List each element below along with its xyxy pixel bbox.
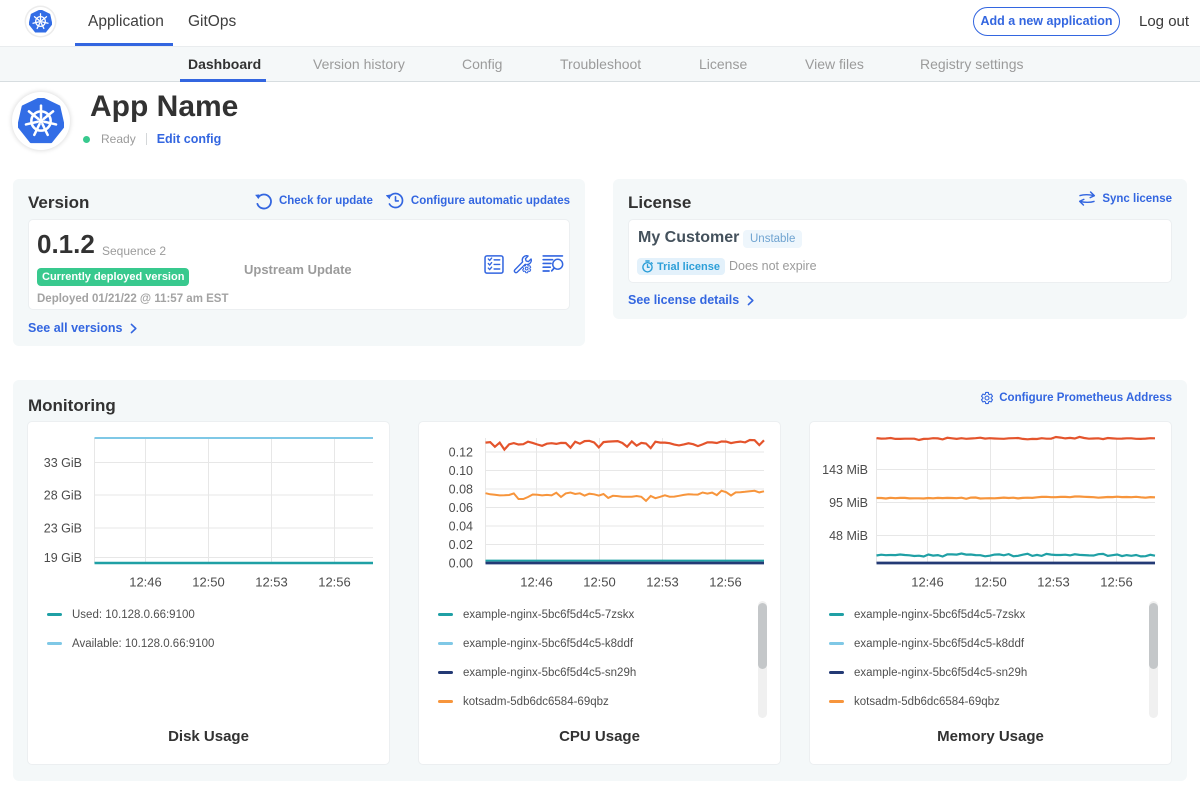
svg-text:0.12: 0.12 xyxy=(449,446,473,460)
svg-text:48 MiB: 48 MiB xyxy=(829,529,868,543)
svg-text:0.00: 0.00 xyxy=(449,557,473,571)
svg-text:12:50: 12:50 xyxy=(583,575,616,590)
svg-text:12:46: 12:46 xyxy=(129,575,162,590)
svg-text:12:53: 12:53 xyxy=(255,575,288,590)
svg-text:0.06: 0.06 xyxy=(449,501,473,515)
svg-text:12:46: 12:46 xyxy=(520,575,553,590)
svg-text:12:56: 12:56 xyxy=(709,575,742,590)
svg-text:12:53: 12:53 xyxy=(646,575,679,590)
svg-text:33 GiB: 33 GiB xyxy=(44,456,82,470)
svg-text:12:50: 12:50 xyxy=(974,575,1007,590)
svg-text:23 GiB: 23 GiB xyxy=(44,522,82,536)
svg-text:12:50: 12:50 xyxy=(192,575,225,590)
svg-text:12:56: 12:56 xyxy=(318,575,351,590)
svg-text:12:46: 12:46 xyxy=(911,575,944,590)
svg-text:95 MiB: 95 MiB xyxy=(829,496,868,510)
svg-text:0.10: 0.10 xyxy=(449,464,473,478)
svg-text:19 GiB: 19 GiB xyxy=(44,551,82,565)
svg-text:0.08: 0.08 xyxy=(449,483,473,497)
svg-text:12:56: 12:56 xyxy=(1100,575,1133,590)
svg-text:0.02: 0.02 xyxy=(449,538,473,552)
svg-text:12:53: 12:53 xyxy=(1037,575,1070,590)
svg-text:28 GiB: 28 GiB xyxy=(44,489,82,503)
svg-text:0.04: 0.04 xyxy=(449,520,473,534)
svg-text:143 MiB: 143 MiB xyxy=(822,463,868,477)
